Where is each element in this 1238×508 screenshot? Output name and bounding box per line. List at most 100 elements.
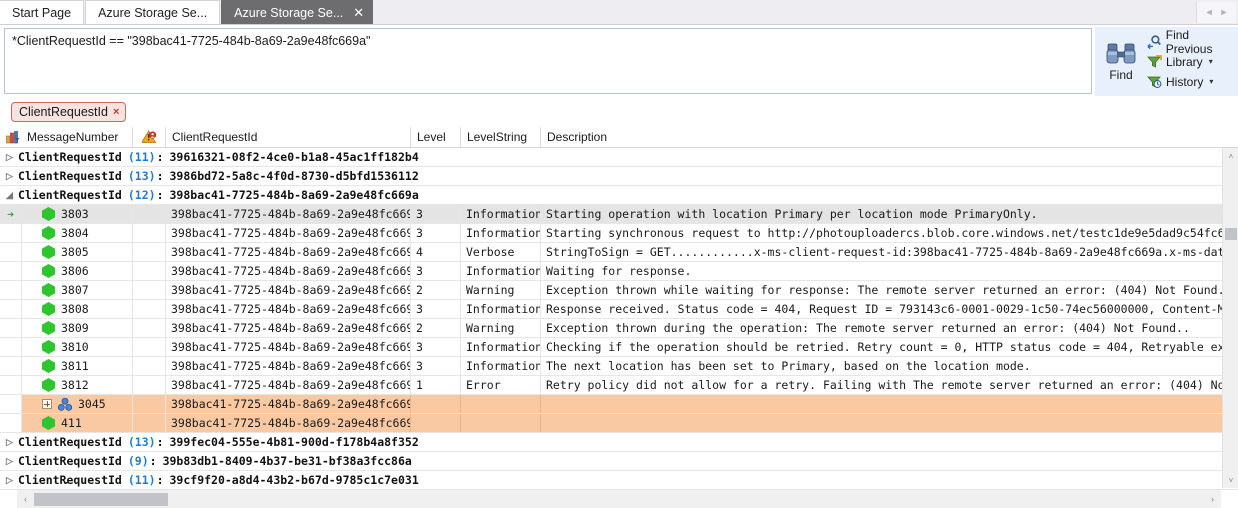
cell-levelstring[interactable]: Warning: [461, 281, 541, 299]
cell-messagenumber[interactable]: 3808: [22, 300, 133, 318]
tab-start-page[interactable]: Start Page: [0, 0, 85, 24]
filter-chip-clientrequestid[interactable]: ClientRequestId ×: [11, 102, 127, 122]
grid-data-row[interactable]: 3809 398bac41-7725-484b-8a69-2a9e48fc669a…: [0, 319, 1222, 338]
grid-data-row[interactable]: 3045 398bac41-7725-484b-8a69-2a9e48fc669a: [0, 395, 1222, 414]
cell-clientrequestid[interactable]: 398bac41-7725-484b-8a69-2a9e48fc669a: [166, 414, 411, 432]
cell-flag[interactable]: [133, 338, 166, 356]
horizontal-scrollbar[interactable]: ‹ ›: [0, 489, 1238, 508]
cell-clientrequestid[interactable]: 398bac41-7725-484b-8a69-2a9e48fc669a: [166, 300, 411, 318]
grid-data-row[interactable]: 3804 398bac41-7725-484b-8a69-2a9e48fc669a…: [0, 224, 1222, 243]
row-header-gutter[interactable]: ➜: [0, 205, 22, 223]
grid-data-row[interactable]: 3808 398bac41-7725-484b-8a69-2a9e48fc669a…: [0, 300, 1222, 319]
cell-clientrequestid[interactable]: 398bac41-7725-484b-8a69-2a9e48fc669a: [166, 281, 411, 299]
scroll-left-icon[interactable]: ‹: [17, 490, 34, 508]
grid-data-row[interactable]: 3807 398bac41-7725-484b-8a69-2a9e48fc669a…: [0, 281, 1222, 300]
find-previous-button[interactable]: Find Previous: [1147, 28, 1238, 56]
cell-level[interactable]: 3: [411, 205, 461, 223]
grid-group-row[interactable]: ◢ ClientRequestId (12):398bac41-7725-484b-…: [0, 186, 1222, 205]
cell-messagenumber[interactable]: 3803: [22, 205, 133, 223]
cell-messagenumber[interactable]: 3811: [22, 357, 133, 375]
column-header-flag[interactable]: [133, 127, 166, 147]
row-header-gutter[interactable]: [0, 376, 22, 394]
close-icon[interactable]: ✕: [353, 6, 364, 19]
cell-levelstring[interactable]: [461, 395, 541, 413]
cell-description[interactable]: Exception thrown during the operation: T…: [541, 319, 1222, 337]
column-header-messagenumber[interactable]: MessageNumber: [0, 127, 133, 147]
cell-clientrequestid[interactable]: 398bac41-7725-484b-8a69-2a9e48fc669a: [166, 205, 411, 223]
row-header-gutter[interactable]: [0, 224, 22, 242]
tab-azure-storage-2-active[interactable]: Azure Storage Se... ✕: [221, 0, 374, 24]
cell-level[interactable]: 3: [411, 300, 461, 318]
cell-description[interactable]: [541, 395, 1222, 413]
row-header-gutter[interactable]: [0, 281, 22, 299]
grid-data-row[interactable]: 3810 398bac41-7725-484b-8a69-2a9e48fc669a…: [0, 338, 1222, 357]
row-header-gutter[interactable]: [0, 414, 22, 432]
chevron-down-icon[interactable]: ▾: [1209, 77, 1213, 86]
cell-level[interactable]: 2: [411, 319, 461, 337]
expand-plus-icon[interactable]: [42, 399, 52, 409]
cell-messagenumber[interactable]: 3804: [22, 224, 133, 242]
tab-azure-storage-1[interactable]: Azure Storage Se...: [85, 0, 221, 24]
cell-flag[interactable]: [133, 281, 166, 299]
horizontal-scroll-thumb[interactable]: [34, 493, 168, 506]
cell-clientrequestid[interactable]: 398bac41-7725-484b-8a69-2a9e48fc669a: [166, 338, 411, 356]
history-button[interactable]: History ▾: [1147, 73, 1238, 90]
cell-level[interactable]: 3: [411, 338, 461, 356]
cell-description[interactable]: StringToSign = GET............x-ms-clien…: [541, 243, 1222, 261]
cell-clientrequestid[interactable]: 398bac41-7725-484b-8a69-2a9e48fc669a: [166, 395, 411, 413]
cell-levelstring[interactable]: Verbose: [461, 243, 541, 261]
library-button[interactable]: Library ▾: [1147, 53, 1238, 70]
find-button[interactable]: Find: [1095, 27, 1147, 96]
triangle-down-icon[interactable]: ◢: [6, 190, 18, 201]
cell-flag[interactable]: [133, 262, 166, 280]
cell-description[interactable]: Waiting for response.: [541, 262, 1222, 280]
cell-level[interactable]: [411, 395, 461, 413]
cell-description[interactable]: Starting synchronous request to http://p…: [541, 224, 1222, 242]
query-input[interactable]: *ClientRequestId == "398bac41-7725-484b-…: [4, 28, 1092, 94]
cell-messagenumber[interactable]: 411: [22, 414, 133, 432]
grid-data-row[interactable]: 411 398bac41-7725-484b-8a69-2a9e48fc669a: [0, 414, 1222, 433]
cell-levelstring[interactable]: Error: [461, 376, 541, 394]
cell-description[interactable]: [541, 414, 1222, 432]
cell-flag[interactable]: [133, 357, 166, 375]
cell-level[interactable]: 3: [411, 262, 461, 280]
cell-flag[interactable]: [133, 243, 166, 261]
triangle-right-icon[interactable]: ▷: [6, 152, 18, 163]
cell-levelstring[interactable]: Warning: [461, 319, 541, 337]
cell-levelstring[interactable]: Information: [461, 224, 541, 242]
cell-level[interactable]: 3: [411, 357, 461, 375]
cell-description[interactable]: Exception thrown while waiting for respo…: [541, 281, 1222, 299]
cell-flag[interactable]: [133, 224, 166, 242]
row-header-gutter[interactable]: [0, 319, 22, 337]
cell-clientrequestid[interactable]: 398bac41-7725-484b-8a69-2a9e48fc669a: [166, 262, 411, 280]
cell-messagenumber[interactable]: 3812: [22, 376, 133, 394]
cell-levelstring[interactable]: Information: [461, 300, 541, 318]
cell-levelstring[interactable]: Information: [461, 338, 541, 356]
row-header-gutter[interactable]: [0, 357, 22, 375]
cell-clientrequestid[interactable]: 398bac41-7725-484b-8a69-2a9e48fc669a: [166, 319, 411, 337]
chevron-down-icon[interactable]: ▾: [1209, 57, 1213, 66]
cell-level[interactable]: 3: [411, 224, 461, 242]
cell-description[interactable]: Retry policy did not allow for a retry. …: [541, 376, 1222, 394]
cell-messagenumber[interactable]: 3809: [22, 319, 133, 337]
remove-filter-icon[interactable]: ×: [113, 106, 119, 118]
cell-description[interactable]: Response received. Status code = 404, Re…: [541, 300, 1222, 318]
grid-data-row[interactable]: 3812 398bac41-7725-484b-8a69-2a9e48fc669a…: [0, 376, 1222, 395]
cell-clientrequestid[interactable]: 398bac41-7725-484b-8a69-2a9e48fc669a: [166, 243, 411, 261]
grid-group-row[interactable]: ▷ ClientRequestId (13):399fec04-555e-4b81-…: [0, 433, 1222, 452]
cell-level[interactable]: 2: [411, 281, 461, 299]
cell-description[interactable]: Checking if the operation should be retr…: [541, 338, 1222, 356]
column-header-levelstring[interactable]: LevelString: [461, 127, 541, 147]
scroll-down-icon[interactable]: ˅: [1223, 472, 1238, 488]
cell-level[interactable]: 1: [411, 376, 461, 394]
cell-messagenumber[interactable]: 3810: [22, 338, 133, 356]
row-header-gutter[interactable]: [0, 338, 22, 356]
chevron-left-icon[interactable]: ◄: [1205, 8, 1214, 17]
cell-clientrequestid[interactable]: 398bac41-7725-484b-8a69-2a9e48fc669a: [166, 224, 411, 242]
cell-level[interactable]: 4: [411, 243, 461, 261]
row-header-gutter[interactable]: [0, 395, 22, 413]
cell-flag[interactable]: [133, 319, 166, 337]
column-header-level[interactable]: Level: [411, 127, 461, 147]
cell-description[interactable]: Starting operation with location Primary…: [541, 205, 1222, 223]
grid-body[interactable]: ▷ ClientRequestId (11):39616321-08f2-4ce0-…: [0, 148, 1222, 488]
